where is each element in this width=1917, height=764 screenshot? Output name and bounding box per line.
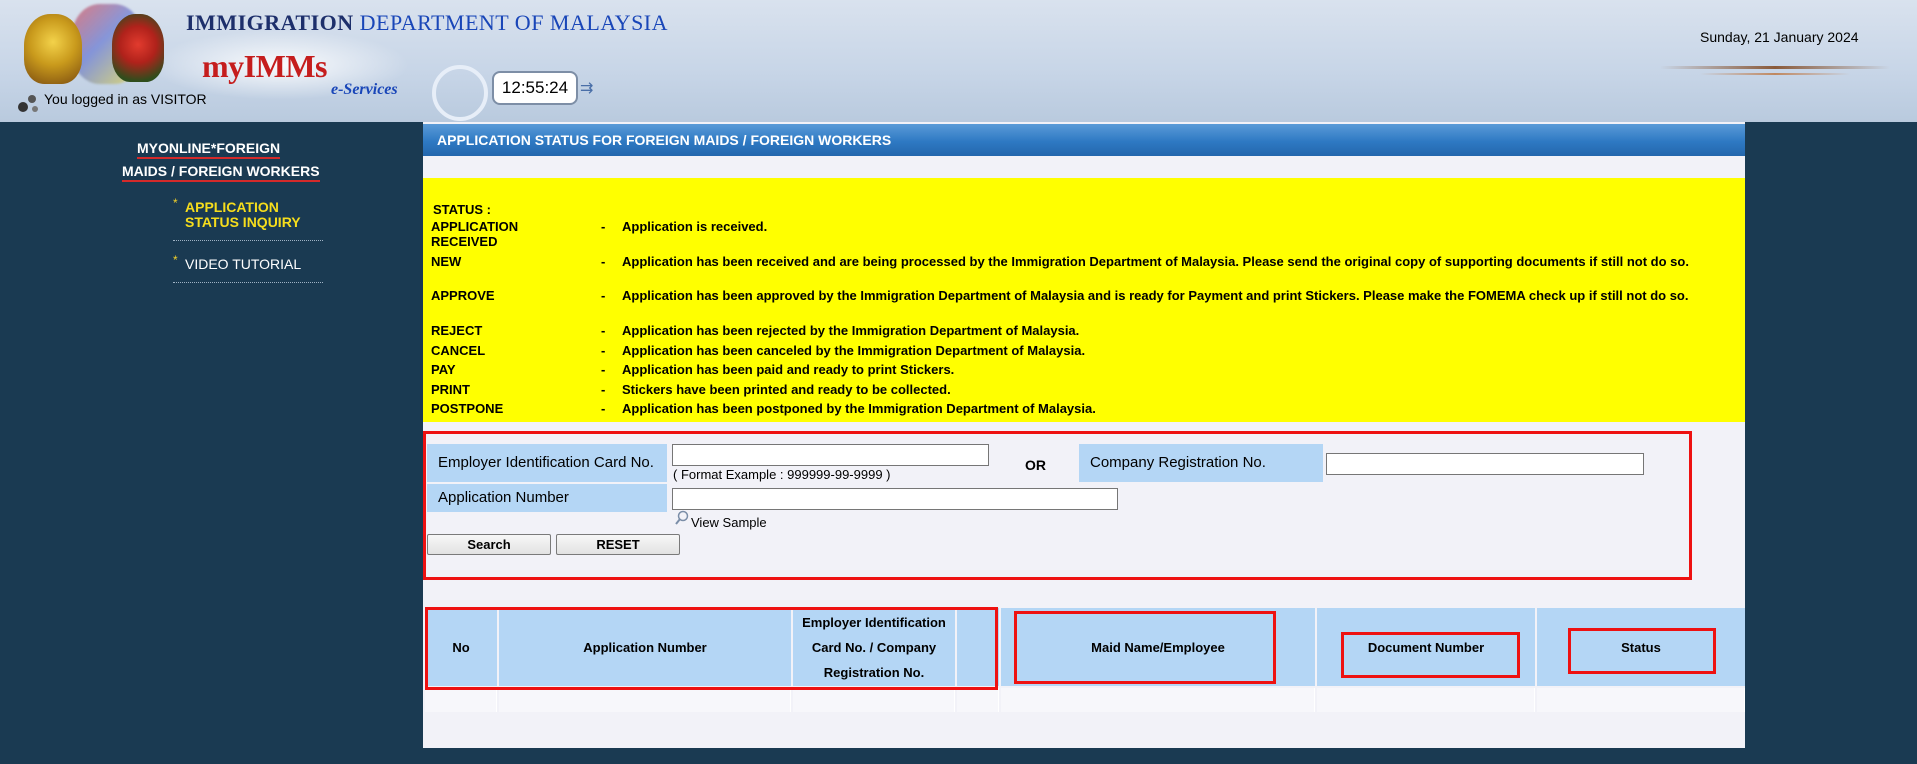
empty-table-cell bbox=[425, 688, 497, 712]
department-title: IMMIGRATION DEPARTMENT OF MALAYSIA bbox=[186, 10, 668, 36]
app-logo-text: myIMMs bbox=[202, 48, 327, 84]
empty-table-cell bbox=[1317, 688, 1535, 712]
sidebar-item-label[interactable]: VIDEO TUTORIAL bbox=[185, 257, 323, 272]
bullet-star-icon: * bbox=[173, 196, 178, 210]
status-code: PAY bbox=[431, 362, 456, 377]
status-dash: - bbox=[601, 382, 606, 397]
annotation-box-search-form bbox=[423, 431, 1692, 580]
current-date: Sunday, 21 January 2024 bbox=[1700, 29, 1859, 45]
status-description: Application has been approved by the Imm… bbox=[622, 288, 1689, 303]
sidebar-title-line2[interactable]: MAIDS / FOREIGN WORKERS bbox=[122, 163, 320, 182]
status-description: Application is received. bbox=[622, 219, 768, 234]
status-description: Application has been postponed by the Im… bbox=[622, 401, 1096, 416]
department-title-bold: IMMIGRATION bbox=[186, 10, 354, 35]
clock-ring-decoration bbox=[432, 65, 488, 121]
status-code: PRINT bbox=[431, 382, 470, 397]
annotation-box-id-columns bbox=[425, 607, 998, 690]
empty-table-cell bbox=[499, 688, 791, 712]
visitor-user-icon bbox=[18, 95, 38, 112]
bullet-star-icon: * bbox=[173, 253, 178, 267]
status-dash: - bbox=[601, 401, 606, 416]
status-code: CANCEL bbox=[431, 343, 486, 358]
page-title: APPLICATION STATUS FOR FOREIGN MAIDS / F… bbox=[423, 124, 1745, 156]
status-legend: STATUS : APPLICATION RECEIVED - Applicat… bbox=[423, 178, 1745, 422]
annotation-box-status-column bbox=[1568, 628, 1716, 674]
department-title-rest: DEPARTMENT OF MALAYSIA bbox=[359, 10, 669, 35]
status-code: REJECT bbox=[431, 323, 483, 338]
sidebar-item-label[interactable]: APPLICATION STATUS INQUIRY bbox=[185, 200, 323, 230]
date-divider bbox=[1660, 66, 1890, 69]
status-code: NEW bbox=[431, 254, 462, 269]
malaysia-coat-of-arms-logo bbox=[24, 14, 82, 84]
status-dash: - bbox=[601, 343, 606, 358]
status-code: APPLICATION RECEIVED bbox=[431, 219, 519, 249]
sidebar: MYONLINE*FOREIGN MAIDS / FOREIGN WORKERS… bbox=[0, 122, 422, 764]
arrows-icon: ⇉ bbox=[580, 80, 594, 97]
status-dash: - bbox=[601, 254, 606, 269]
sidebar-item-video-tutorial[interactable]: * VIDEO TUTORIAL bbox=[173, 253, 323, 283]
app-subtitle: e-Services bbox=[331, 81, 398, 98]
status-code: POSTPONE bbox=[431, 401, 504, 416]
status-dash: - bbox=[601, 219, 606, 234]
annotation-box-document-column bbox=[1341, 632, 1520, 678]
immigration-crest-logo bbox=[112, 14, 164, 82]
empty-table-cell bbox=[1001, 688, 1315, 712]
clock-display: 12:55:24 bbox=[492, 71, 578, 105]
status-code: APPROVE bbox=[431, 288, 495, 303]
sidebar-title-line1[interactable]: MYONLINE*FOREIGN bbox=[137, 140, 281, 159]
status-dash: - bbox=[601, 323, 606, 338]
status-description: Application has been received and are be… bbox=[622, 254, 1689, 269]
empty-table-cell bbox=[1537, 688, 1745, 712]
annotation-box-maid-column bbox=[1014, 611, 1276, 684]
status-description: Application has been rejected by the Imm… bbox=[622, 323, 1080, 338]
status-description: Stickers have been printed and ready to … bbox=[622, 382, 951, 397]
login-status: You logged in as VISITOR bbox=[44, 91, 207, 107]
empty-table-cell bbox=[793, 688, 955, 712]
sidebar-item-application-status-inquiry[interactable]: * APPLICATION STATUS INQUIRY bbox=[173, 196, 323, 241]
status-dash: - bbox=[601, 288, 606, 303]
status-dash: - bbox=[601, 362, 606, 377]
status-description: Application has been paid and ready to p… bbox=[622, 362, 955, 377]
empty-table-cell bbox=[957, 688, 999, 712]
status-legend-heading: STATUS : bbox=[433, 202, 492, 217]
site-header: IMMIGRATION DEPARTMENT OF MALAYSIA myIMM… bbox=[0, 0, 1917, 122]
date-divider-secondary bbox=[1700, 73, 1850, 75]
status-description: Application has been canceled by the Imm… bbox=[622, 343, 1086, 358]
